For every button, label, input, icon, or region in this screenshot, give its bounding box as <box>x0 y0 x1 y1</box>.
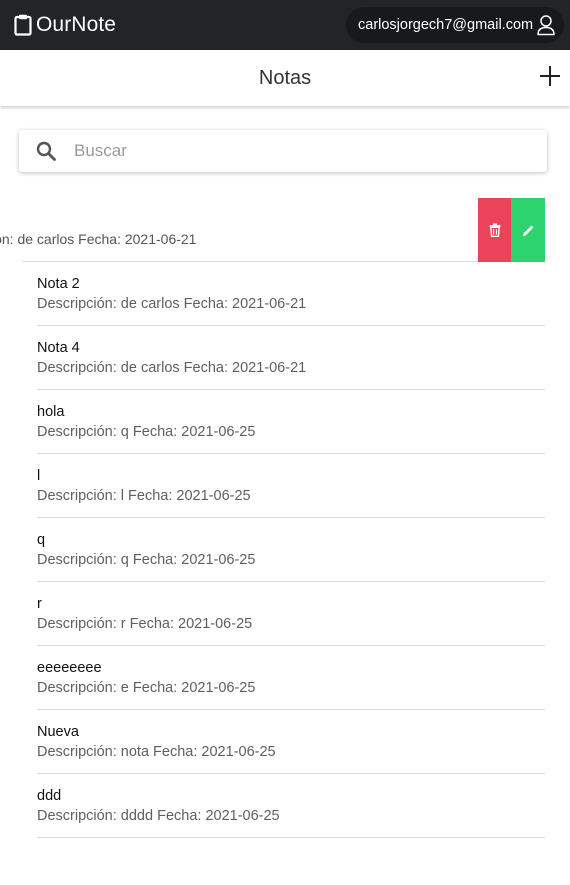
swiped-list-item[interactable]: ción: de carlos Fecha: 2021-06-21 <box>0 198 570 262</box>
note-title: hola <box>37 404 65 420</box>
search-input[interactable] <box>74 130 534 172</box>
clipboard-icon <box>14 14 32 36</box>
user-email: carlosjorgech7@gmail.com <box>358 17 534 33</box>
trash-icon <box>489 223 500 237</box>
app-name: OurNote <box>36 13 117 36</box>
note-title: r <box>37 596 42 612</box>
page-header: Notas <box>0 50 570 106</box>
list-item[interactable]: Nueva Descripción: nota Fecha: 2021-06-2… <box>37 710 545 774</box>
list-item[interactable]: l Descripción: l Fecha: 2021-06-25 <box>37 454 545 518</box>
note-description: Descripción: de carlos Fecha: 2021-06-21 <box>37 296 307 312</box>
note-description: Descripción: l Fecha: 2021-06-25 <box>37 488 251 504</box>
list-item[interactable]: Nota 2 Descripción: de carlos Fecha: 202… <box>37 262 545 326</box>
delete-button[interactable] <box>478 198 511 262</box>
brand[interactable]: OurNote <box>14 13 116 37</box>
list-item[interactable]: eeeeeeee Descripción: e Fecha: 2021-06-2… <box>37 646 545 710</box>
edit-button[interactable] <box>511 198 545 262</box>
list-item[interactable]: ddd Descripción: dddd Fecha: 2021-06-25 <box>37 774 545 838</box>
list-item[interactable]: hola Descripción: q Fecha: 2021-06-25 <box>37 390 545 454</box>
note-title: q <box>37 532 46 548</box>
note-title: Nota 2 <box>37 276 80 292</box>
list-item[interactable]: Nota 4 Descripción: de carlos Fecha: 202… <box>37 326 545 390</box>
note-description: ción: de carlos Fecha: 2021-06-21 <box>0 231 197 247</box>
pencil-icon <box>522 225 533 236</box>
person-icon <box>536 14 556 36</box>
swiped-note-content[interactable]: ción: de carlos Fecha: 2021-06-21 <box>0 198 478 262</box>
add-note-button[interactable] <box>538 64 562 88</box>
list-item[interactable]: r Descripción: r Fecha: 2021-06-25 <box>37 582 545 646</box>
user-menu[interactable]: carlosjorgech7@gmail.com <box>346 7 564 43</box>
list-item[interactable]: q Descripción: q Fecha: 2021-06-25 <box>37 518 545 582</box>
plus-icon <box>540 66 560 86</box>
note-title: Nota 4 <box>37 340 80 356</box>
note-description: Descripción: e Fecha: 2021-06-25 <box>37 680 256 696</box>
note-description: Descripción: de carlos Fecha: 2021-06-21 <box>37 360 307 376</box>
note-description: Descripción: r Fecha: 2021-06-25 <box>37 616 253 632</box>
search-icon <box>36 141 56 161</box>
page-title: Notas <box>258 67 312 89</box>
note-description: Descripción: q Fecha: 2021-06-25 <box>37 424 256 440</box>
note-title: l <box>37 468 41 484</box>
note-description: Descripción: q Fecha: 2021-06-25 <box>37 552 256 568</box>
note-description: Descripción: nota Fecha: 2021-06-25 <box>37 744 276 760</box>
note-title: ddd <box>37 788 62 804</box>
search-bar <box>19 130 547 172</box>
top-bar: OurNote carlosjorgech7@gmail.com <box>0 0 570 50</box>
note-title: Nueva <box>37 724 79 740</box>
note-title: eeeeeeee <box>37 660 102 676</box>
note-description: Descripción: dddd Fecha: 2021-06-25 <box>37 808 280 824</box>
